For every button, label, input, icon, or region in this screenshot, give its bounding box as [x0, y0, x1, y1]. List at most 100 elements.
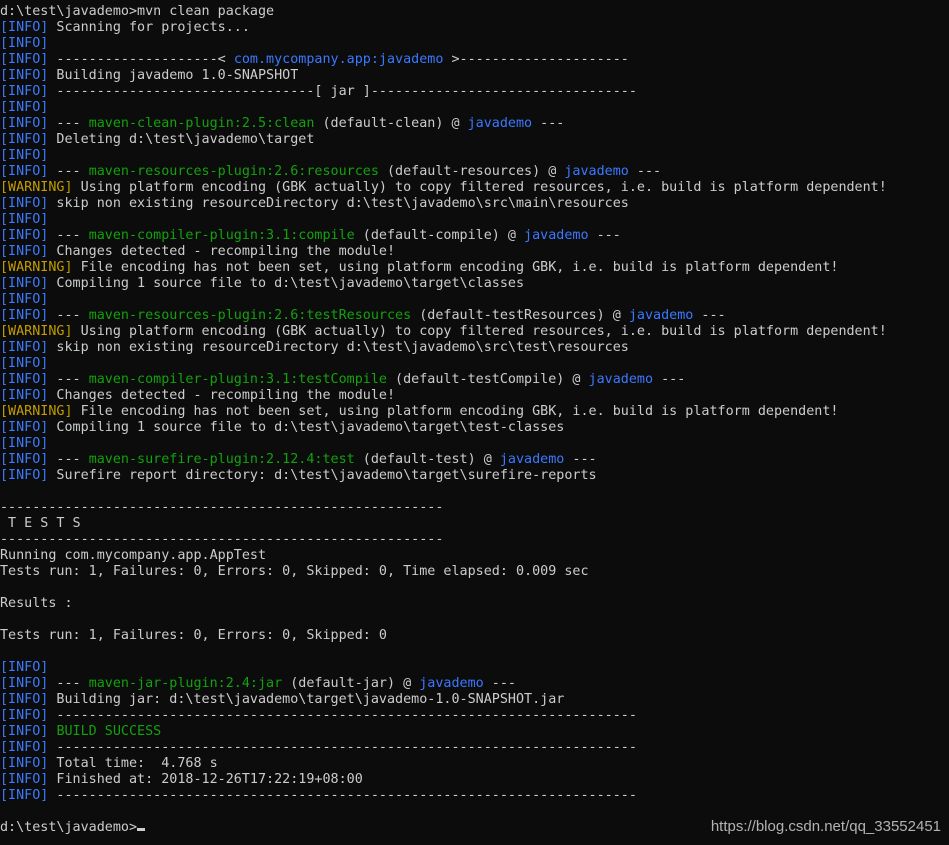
- info-tag: [INFO]: [0, 228, 49, 243]
- info-tag: [INFO]: [0, 116, 49, 131]
- terminal-line: [INFO] --- maven-surefire-plugin:2.12.4:…: [0, 452, 949, 468]
- info-tag: [INFO]: [0, 660, 49, 675]
- plugin-goal: maven-surefire-plugin:2.12.4:test: [88, 452, 355, 467]
- line-text: --------------------------------[ jar ]-…: [48, 84, 637, 99]
- info-tag: [INFO]: [0, 708, 49, 723]
- line-text: (default-compile) @: [354, 228, 525, 243]
- terminal-line: [INFO] Finished at: 2018-12-26T17:22:19+…: [0, 772, 949, 788]
- terminal-line: [INFO] Scanning for projects...: [0, 20, 949, 36]
- plugin-goal: maven-resources-plugin:2.6:testResources: [88, 308, 412, 323]
- info-tag: [INFO]: [0, 276, 49, 291]
- build-success-text: BUILD SUCCESS: [56, 724, 162, 739]
- terminal-line: [INFO] Deleting d:\test\javademo\target: [0, 132, 949, 148]
- terminal-line: d:\test\javademo>mvn clean package: [0, 4, 949, 20]
- terminal-line: [INFO] --- maven-compiler-plugin:3.1:com…: [0, 228, 949, 244]
- terminal-line: [INFO] --- maven-compiler-plugin:3.1:tes…: [0, 372, 949, 388]
- info-tag: [INFO]: [0, 132, 49, 147]
- line-text: ---: [483, 676, 516, 691]
- terminal-line: [INFO] --------------------------------[…: [0, 84, 949, 100]
- terminal-line: [INFO] Changes detected - recompiling th…: [0, 244, 949, 260]
- terminal-line: [INFO] ---------------------------------…: [0, 788, 949, 804]
- plugin-goal: maven-clean-plugin:2.5:clean: [88, 116, 315, 131]
- line-text: ----------------------------------------…: [48, 740, 637, 755]
- line-text: ---: [653, 372, 686, 387]
- terminal-line: [INFO]: [0, 356, 949, 372]
- terminal-line: [INFO]: [0, 36, 949, 52]
- line-text: Changes detected - recompiling the modul…: [48, 388, 396, 403]
- info-tag: [INFO]: [0, 740, 49, 755]
- line-text: ----------------------------------------…: [0, 532, 444, 547]
- info-tag: [INFO]: [0, 36, 49, 51]
- info-tag: [INFO]: [0, 372, 49, 387]
- terminal-line: Running com.mycompany.app.AppTest: [0, 548, 949, 564]
- text-cursor: [137, 828, 146, 831]
- line-text: Using platform encoding (GBK actually) t…: [72, 324, 887, 339]
- info-tag: [INFO]: [0, 788, 49, 803]
- terminal-output[interactable]: d:\test\javademo>mvn clean package [INFO]…: [0, 4, 949, 845]
- info-tag: [INFO]: [0, 100, 49, 115]
- terminal-line: [INFO]: [0, 148, 949, 164]
- info-tag: [INFO]: [0, 164, 49, 179]
- line-text: Running com.mycompany.app.AppTest: [0, 548, 267, 563]
- line-text: ---: [48, 308, 89, 323]
- info-tag: [INFO]: [0, 148, 49, 163]
- project-name: javademo: [588, 372, 654, 387]
- project-name: javademo: [499, 452, 565, 467]
- line-text: Finished at: 2018-12-26T17:22:19+08:00: [48, 772, 363, 787]
- terminal-line: [INFO] Compiling 1 source file to d:\tes…: [0, 420, 949, 436]
- info-tag: [INFO]: [0, 420, 49, 435]
- terminal-line: [WARNING] File encoding has not been set…: [0, 260, 949, 276]
- line-text: Using platform encoding (GBK actually) t…: [72, 180, 887, 195]
- line-text: ----------------------------------------…: [48, 708, 637, 723]
- terminal-line: [INFO] BUILD SUCCESS: [0, 724, 949, 740]
- line-text: skip non existing resourceDirectory d:\t…: [48, 340, 629, 355]
- terminal-line: [INFO] --- maven-jar-plugin:2.4:jar (def…: [0, 676, 949, 692]
- line-text: (default-testResources) @: [411, 308, 629, 323]
- terminal-line: [INFO] --- maven-clean-plugin:2.5:clean …: [0, 116, 949, 132]
- line-text: skip non existing resourceDirectory d:\t…: [48, 196, 629, 211]
- terminal-line: [INFO] Building javademo 1.0-SNAPSHOT: [0, 68, 949, 84]
- terminal-line: [INFO]: [0, 436, 949, 452]
- project-name: com.mycompany.app:javademo: [233, 52, 444, 67]
- info-tag: [INFO]: [0, 212, 49, 227]
- terminal-line: [INFO]: [0, 292, 949, 308]
- info-tag: [INFO]: [0, 676, 49, 691]
- terminal-line: [WARNING] File encoding has not been set…: [0, 404, 949, 420]
- terminal-line: Results :: [0, 596, 949, 612]
- terminal-line: [INFO] skip non existing resourceDirecto…: [0, 196, 949, 212]
- terminal-line: ----------------------------------------…: [0, 532, 949, 548]
- info-tag: [INFO]: [0, 308, 49, 323]
- line-text: (default-clean) @: [314, 116, 468, 131]
- line-text: File encoding has not been set, using pl…: [72, 260, 839, 275]
- line-text: d:\test\javademo>: [0, 820, 138, 835]
- info-tag: [INFO]: [0, 724, 49, 739]
- line-text: ---: [532, 116, 565, 131]
- plugin-goal: maven-compiler-plugin:3.1:testCompile: [88, 372, 387, 387]
- line-text: >---------------------: [443, 52, 629, 67]
- line-text: Deleting d:\test\javademo\target: [48, 132, 315, 147]
- terminal-line: [INFO] ---------------------------------…: [0, 740, 949, 756]
- plugin-goal: maven-resources-plugin:2.6:resources: [88, 164, 379, 179]
- line-text: (default-resources) @: [378, 164, 565, 179]
- watermark: https://blog.csdn.net/qq_33552451: [710, 818, 941, 835]
- line-text: (default-test) @: [354, 452, 500, 467]
- terminal-line: ----------------------------------------…: [0, 500, 949, 516]
- line-text: ----------------------------------------…: [0, 500, 444, 515]
- line-text: d:\test\javademo>mvn clean package: [0, 4, 275, 19]
- line-text: ---: [48, 116, 89, 131]
- plugin-goal: maven-jar-plugin:2.4:jar: [88, 676, 283, 691]
- warning-tag: [WARNING]: [0, 180, 73, 195]
- info-tag: [INFO]: [0, 452, 49, 467]
- warning-tag: [WARNING]: [0, 260, 73, 275]
- line-text: Compiling 1 source file to d:\test\javad…: [48, 420, 565, 435]
- line-text: Surefire report directory: d:\test\javad…: [48, 468, 597, 483]
- terminal-line: Tests run: 1, Failures: 0, Errors: 0, Sk…: [0, 564, 949, 580]
- terminal-line: [INFO]: [0, 212, 949, 228]
- line-text: ----------------------------------------…: [48, 788, 637, 803]
- terminal-line: [INFO] --- maven-resources-plugin:2.6:re…: [0, 164, 949, 180]
- line-text: ---: [48, 372, 89, 387]
- info-tag: [INFO]: [0, 244, 49, 259]
- warning-tag: [WARNING]: [0, 324, 73, 339]
- project-name: javademo: [467, 116, 533, 131]
